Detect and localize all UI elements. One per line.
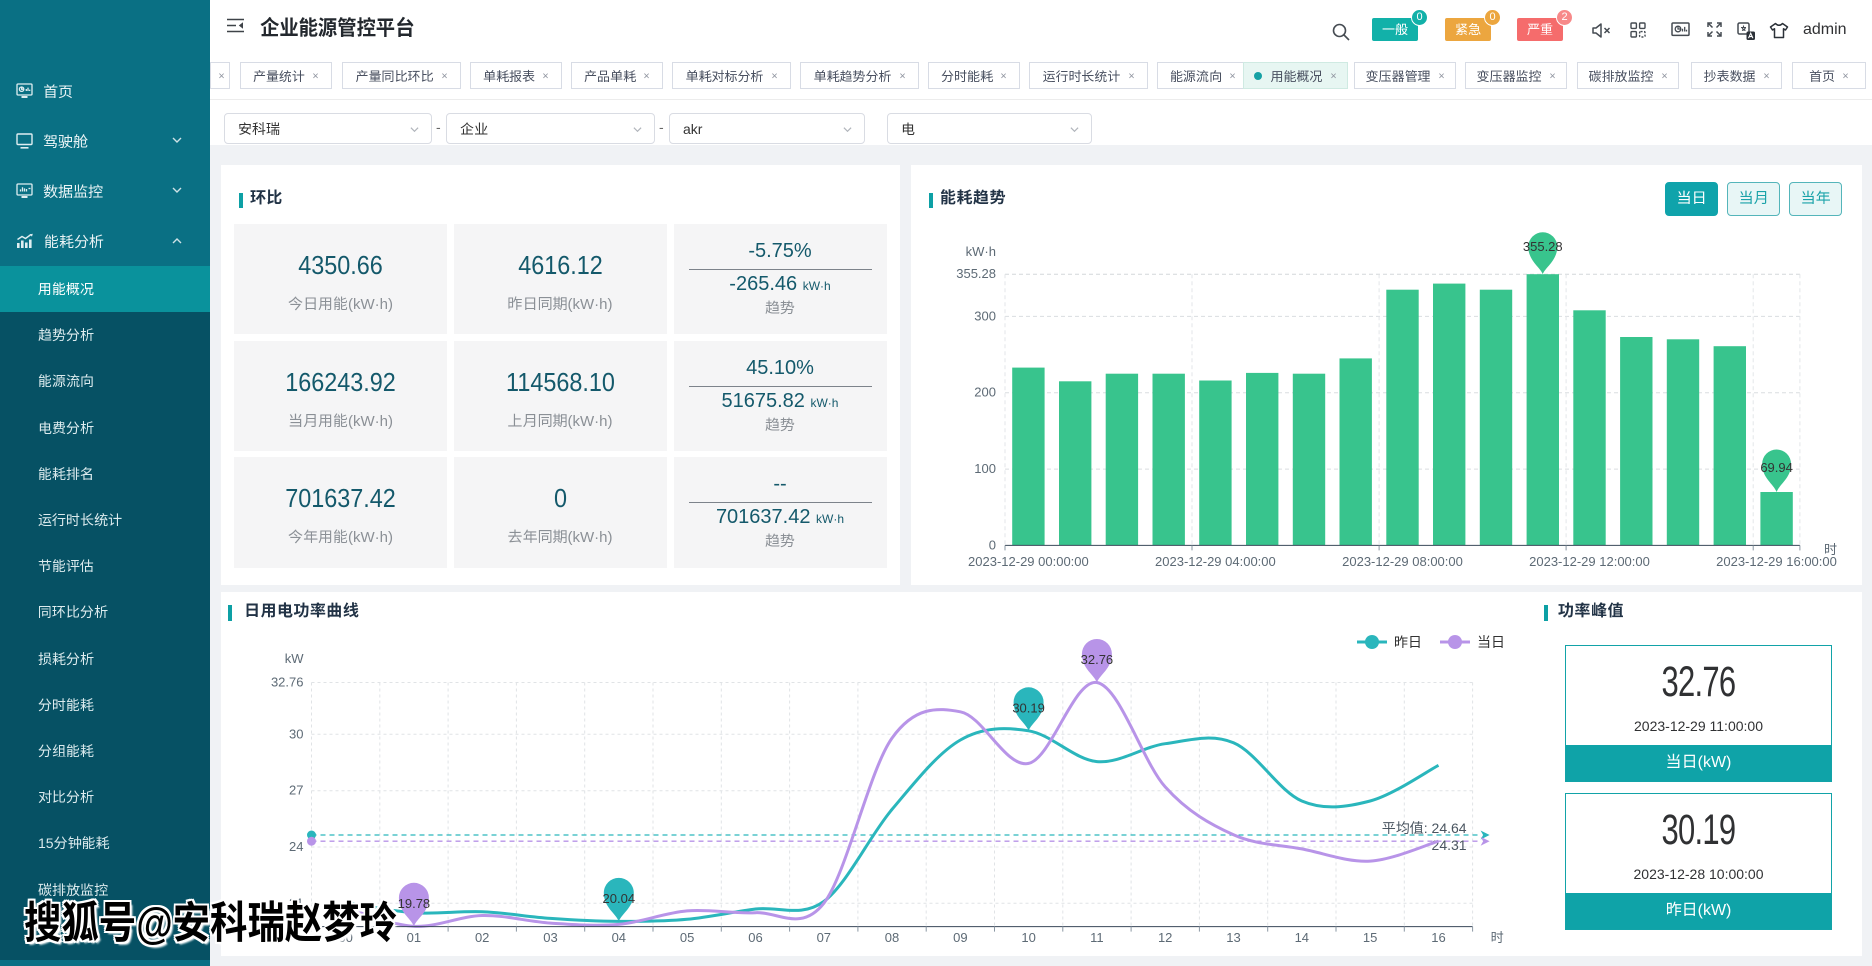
svg-text:时: 时 (1824, 539, 1837, 558)
svg-text:时: 时 (1491, 927, 1504, 946)
svg-text:300: 300 (974, 308, 996, 323)
svg-text:06: 06 (748, 930, 762, 945)
svg-text:355.28: 355.28 (1523, 239, 1563, 254)
svg-text:02: 02 (475, 930, 489, 945)
svg-text:0: 0 (989, 537, 996, 552)
svg-text:当日: 当日 (1477, 632, 1505, 652)
svg-text:32.76: 32.76 (1081, 652, 1114, 667)
svg-text:20.04: 20.04 (603, 891, 636, 906)
svg-text:04: 04 (612, 930, 626, 945)
svg-text:12: 12 (1158, 930, 1172, 945)
svg-text:30: 30 (289, 726, 303, 741)
svg-text:16: 16 (1431, 930, 1445, 945)
svg-text:30.19: 30.19 (1012, 700, 1045, 715)
svg-text:2023-12-29 04:00:00: 2023-12-29 04:00:00 (1155, 554, 1276, 569)
svg-text:24.31: 24.31 (1432, 837, 1467, 853)
svg-text:03: 03 (543, 930, 557, 945)
svg-text:19.78: 19.78 (398, 896, 431, 911)
svg-text:32.76: 32.76 (271, 675, 304, 690)
svg-text:13: 13 (1226, 930, 1240, 945)
svg-text:10: 10 (1021, 930, 1035, 945)
svg-text:14: 14 (1295, 930, 1309, 945)
svg-text:11: 11 (1090, 930, 1104, 945)
svg-text:69.94: 69.94 (1760, 460, 1793, 475)
svg-text:09: 09 (953, 930, 967, 945)
svg-text:08: 08 (885, 930, 899, 945)
svg-text:kW: kW (285, 651, 305, 666)
svg-text:27: 27 (289, 783, 303, 798)
svg-text:平均值: 24.64: 平均值: 24.64 (1382, 818, 1467, 838)
svg-text:2023-12-29 16:00:00: 2023-12-29 16:00:00 (1716, 554, 1837, 569)
svg-text:24: 24 (289, 839, 303, 854)
svg-text:15: 15 (1363, 930, 1377, 945)
svg-text:07: 07 (817, 930, 831, 945)
svg-text:2023-12-29 12:00:00: 2023-12-29 12:00:00 (1529, 554, 1650, 569)
svg-text:05: 05 (680, 930, 694, 945)
svg-text:2023-12-29 00:00:00: 2023-12-29 00:00:00 (968, 554, 1089, 569)
svg-text:昨日: 昨日 (1394, 632, 1422, 652)
svg-text:2023-12-29 08:00:00: 2023-12-29 08:00:00 (1342, 554, 1463, 569)
svg-text:355.28: 355.28 (956, 266, 996, 281)
svg-text:01: 01 (407, 930, 421, 945)
svg-text:100: 100 (974, 461, 996, 476)
svg-text:200: 200 (974, 385, 996, 400)
svg-text:kW·h: kW·h (966, 244, 996, 259)
